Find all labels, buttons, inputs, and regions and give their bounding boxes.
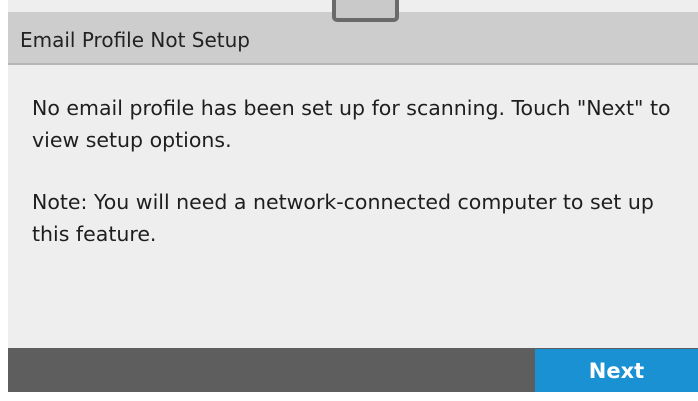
next-button[interactable]: Next: [535, 349, 698, 392]
dialog-panel: Email Profile Not Setup No email profile…: [8, 0, 698, 392]
dialog-note: Note: You will need a network-connected …: [32, 190, 654, 246]
dialog-message: No email profile has been set up for sca…: [32, 96, 671, 152]
pull-down-handle[interactable]: [332, 0, 399, 22]
screen: Email Profile Not Setup No email profile…: [0, 0, 698, 401]
dialog-title: Email Profile Not Setup: [20, 28, 250, 52]
